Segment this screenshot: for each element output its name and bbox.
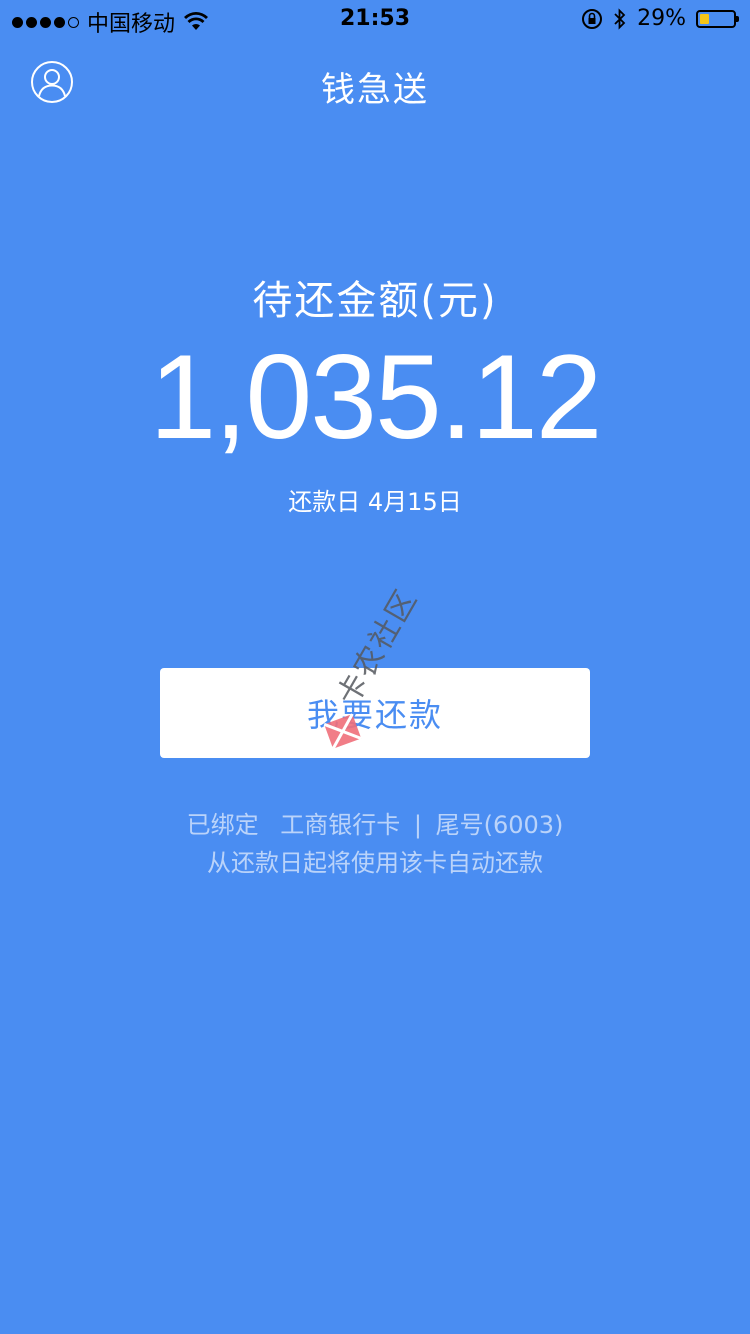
auto-repay-note: 从还款日起将使用该卡自动还款 [207, 849, 543, 877]
battery-icon [696, 9, 739, 28]
bluetooth-icon [614, 7, 626, 30]
card-info: 已绑定 工商银行卡 | 尾号(6003) 从还款日起将使用该卡自动还款 [0, 806, 750, 882]
card-tail-number: 尾号(6003) [435, 811, 564, 839]
battery-level-fill [700, 13, 709, 24]
bound-prefix: 已绑定 [186, 811, 259, 839]
orientation-lock-icon [582, 8, 603, 29]
nav-bar: 钱急送 [0, 40, 750, 128]
repay-button-label: 我要还款 [306, 696, 443, 734]
amount-label: 待还金额(元) [252, 278, 498, 324]
battery-percent: 29% [637, 6, 686, 31]
repay-button[interactable]: 我要还款 [160, 668, 590, 758]
separator: | [413, 811, 422, 839]
status-right: 29% [581, 6, 739, 31]
amount-due-value: 1,035.12 [149, 330, 602, 464]
bound-card-line: 已绑定 工商银行卡 | 尾号(6003) [0, 806, 750, 844]
due-date: 还款日 4月15日 [288, 488, 462, 516]
bank-name: 工商银行卡 [280, 811, 401, 839]
page-title: 钱急送 [321, 70, 429, 110]
status-bar: 中国移动 21:53 29% [0, 0, 750, 40]
